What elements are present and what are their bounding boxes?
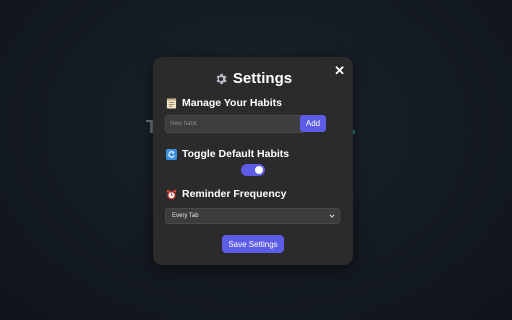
alarm-clock-icon (166, 189, 177, 199)
modal-header: Settings (153, 70, 353, 87)
memo-icon (166, 97, 177, 109)
refresh-icon (166, 148, 177, 160)
reminder-frequency-heading: Reminder Frequency (166, 188, 286, 200)
modal-title: Settings (232, 70, 293, 87)
chevron-down-icon (329, 214, 335, 218)
default-habits-toggle[interactable] (241, 164, 265, 176)
select-value: Every Tab (172, 213, 199, 219)
toggle-default-heading: Toggle Default Habits (166, 148, 289, 160)
manage-habits-heading: Manage Your Habits (166, 97, 282, 109)
new-habit-input[interactable] (165, 115, 305, 133)
gear-icon (216, 73, 227, 84)
reminder-frequency-select[interactable]: Every Tab (165, 208, 340, 224)
manage-habits-label: Manage Your Habits (182, 97, 282, 109)
toggle-knob (255, 166, 263, 174)
save-settings-button[interactable]: Save Settings (222, 235, 284, 253)
settings-modal: ✕ Settings Manage Your Habits Add Toggle… (153, 57, 353, 265)
toggle-default-label: Toggle Default Habits (182, 148, 290, 160)
add-habit-button[interactable]: Add (300, 115, 326, 132)
reminder-frequency-label: Reminder Frequency (182, 188, 287, 200)
